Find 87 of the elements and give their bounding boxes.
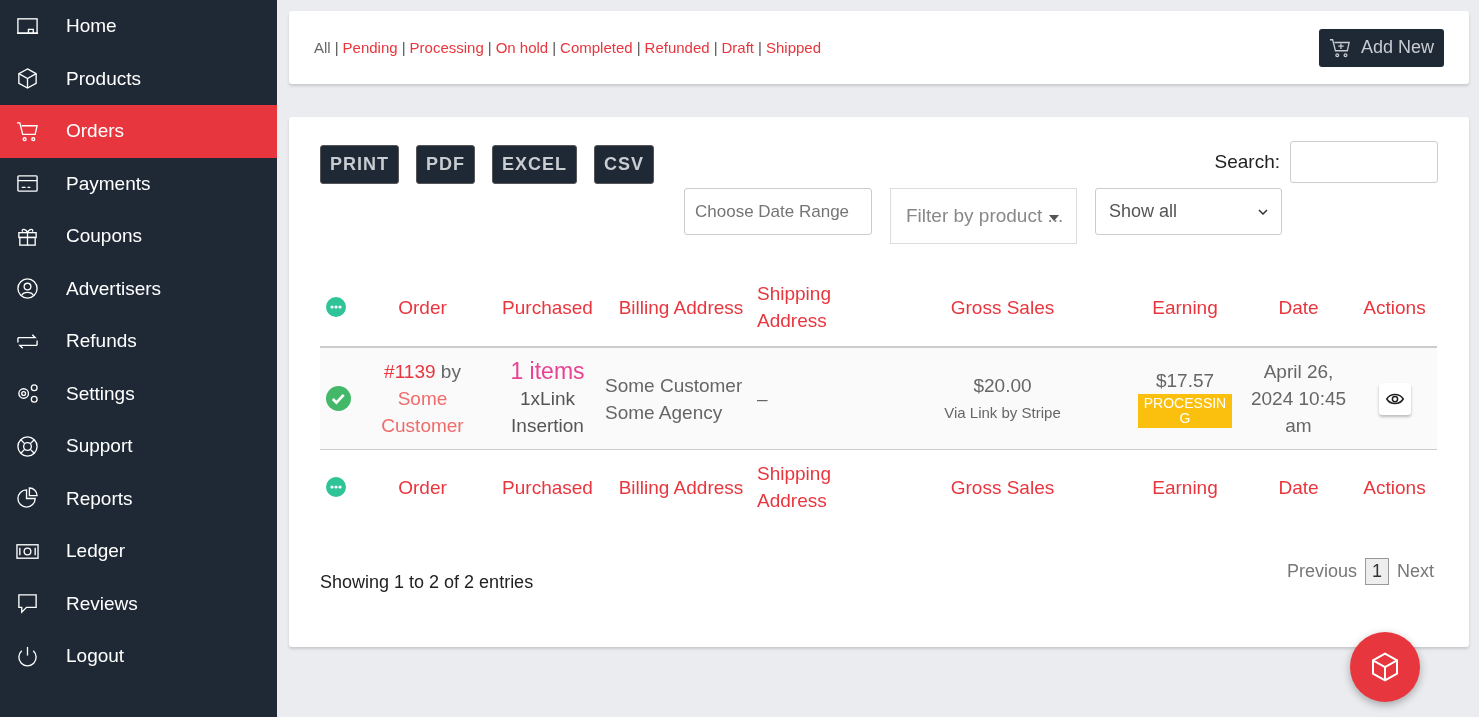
column-footer: Billing Address — [618, 473, 744, 501]
sidebar-item[interactable]: Support — [0, 420, 277, 473]
product-text: 1xLink Insertion — [510, 387, 585, 438]
sidebar-item[interactable]: Reviews — [0, 577, 277, 630]
separator-text: | — [636, 39, 641, 56]
column-footer: Date — [1278, 473, 1319, 501]
check-circle-icon — [326, 386, 351, 411]
column-footer: Shipping Address — [757, 460, 880, 514]
export-button[interactable]: CSV — [594, 145, 655, 184]
status-filter-link[interactable]: Processing — [409, 39, 484, 56]
status-filter-link[interactable]: Draft — [721, 39, 755, 56]
sidebar-item[interactable]: Refunds — [0, 315, 277, 368]
items-link[interactable]: 1 items — [490, 358, 605, 385]
order-link[interactable]: #1139 — [384, 361, 436, 382]
by-text: by — [440, 361, 461, 382]
menu-item-icon — [16, 434, 39, 458]
more-dots-icon[interactable] — [326, 477, 346, 497]
sidebar-item[interactable]: Products — [0, 52, 277, 105]
sidebar-item[interactable]: Coupons — [0, 210, 277, 263]
status-filter-link[interactable]: Refunded — [644, 39, 710, 56]
sidebar-item[interactable]: Payments — [0, 157, 277, 210]
menu-item-icon — [16, 67, 39, 91]
export-button[interactable]: PDF — [416, 145, 475, 184]
product-filter-dropdown[interactable]: Filter by product ... — [890, 188, 1077, 244]
status-filter-link[interactable]: Completed — [560, 39, 633, 56]
sidebar-item[interactable]: Logout — [0, 630, 277, 683]
box-icon — [1369, 651, 1401, 683]
column-footer: Actions — [1363, 473, 1426, 501]
column-footer: Purchased — [502, 473, 593, 501]
previous-link[interactable]: Previous — [1286, 561, 1357, 582]
column-header[interactable]: Purchased — [502, 293, 593, 321]
show-select[interactable]: Show all — [1095, 188, 1282, 235]
separator-text: | — [758, 39, 762, 56]
column-header[interactable]: Gross Sales — [950, 293, 1055, 321]
add-new-button[interactable]: Add New — [1318, 28, 1444, 67]
column-header[interactable]: Order — [398, 293, 447, 321]
date-text: April 26, 2024 10:45 am — [1250, 361, 1347, 436]
search-label: Search: — [1214, 151, 1280, 173]
billing-address-line: Some Agency — [605, 400, 724, 425]
search-field[interactable] — [1290, 141, 1438, 183]
menu-item-icon — [16, 644, 39, 668]
status-filter-link[interactable]: Shipped — [765, 39, 821, 56]
separator-text: | — [334, 39, 339, 56]
separator-text: | — [401, 39, 406, 56]
customer-link[interactable]: Some Customer — [377, 385, 468, 439]
date-range-field[interactable]: Choose Date Range — [684, 188, 872, 235]
shipping-address-text: – — [757, 388, 768, 409]
sidebar-item[interactable]: Ledger — [0, 525, 277, 578]
status-filter-link[interactable]: On hold — [495, 39, 549, 56]
separator-text: | — [713, 39, 718, 56]
sidebar-item[interactable]: Settings — [0, 367, 277, 420]
more-dots-icon[interactable] — [326, 297, 346, 317]
column-footer: Order — [398, 473, 447, 501]
payment-method-text: Via Link by Stripe — [943, 402, 1062, 423]
column-footer: Earning — [1152, 473, 1218, 501]
entries-info: Showing 1 to 2 of 2 entries — [320, 572, 534, 593]
chevron-down-icon — [1258, 208, 1268, 215]
menu-item-icon — [16, 382, 39, 406]
earning-text: $17.57 — [1154, 369, 1216, 393]
sidebar-item[interactable]: Home — [0, 0, 277, 53]
sidebar-item[interactable]: Reports — [0, 472, 277, 525]
status-badge: PROCESSING — [1138, 394, 1232, 428]
status-filter-link[interactable]: All — [314, 39, 331, 56]
sidebar-item[interactable]: Orders — [0, 105, 277, 158]
status-filter-link[interactable]: Pending — [342, 39, 398, 56]
billing-address-line: Some Customer — [605, 373, 744, 398]
separator-text: | — [552, 39, 557, 56]
sidebar-item[interactable]: Advertisers — [0, 262, 277, 315]
floating-action-button[interactable] — [1350, 632, 1420, 702]
column-footer: Gross Sales — [950, 473, 1055, 501]
menu-item-icon — [16, 277, 39, 301]
page-number-button[interactable]: 1 — [1364, 558, 1389, 585]
export-button[interactable]: PRINT — [320, 145, 399, 184]
menu-item-icon — [16, 119, 39, 143]
column-header[interactable]: Billing Address — [618, 293, 744, 321]
export-button[interactable]: EXCEL — [492, 145, 577, 184]
column-header[interactable]: Shipping Address — [757, 280, 880, 334]
view-button[interactable] — [1378, 382, 1411, 415]
column-header[interactable]: Earning — [1152, 293, 1218, 321]
separator-text: | — [487, 39, 492, 56]
menu-item-icon — [16, 487, 39, 511]
column-header[interactable]: Actions — [1363, 293, 1426, 321]
cart-plus-icon — [1328, 36, 1351, 59]
column-header[interactable]: Date — [1278, 293, 1319, 321]
menu-item-icon — [16, 592, 39, 616]
gross-sales-text: $20.00 — [972, 373, 1033, 398]
next-link[interactable]: Next — [1397, 561, 1434, 582]
